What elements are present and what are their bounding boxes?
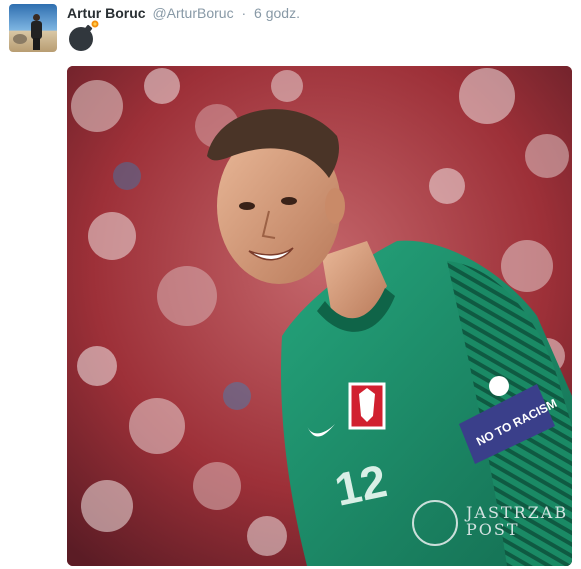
jersey-number: 12: [330, 454, 391, 516]
tweet: Artur Boruc @ArturBoruc · 6 godz. NO TO …: [0, 0, 581, 569]
meta-separator: ·: [241, 5, 247, 21]
avatar-rock: [13, 34, 27, 44]
photo-graphic: NO TO RACISM 12: [67, 66, 572, 566]
watermark-text: JASTRZAB POST: [466, 503, 569, 539]
author-handle[interactable]: @ArturBoruc: [152, 5, 233, 21]
avatar-figure-head: [33, 14, 40, 21]
watermark-logo-icon: [412, 500, 458, 546]
avatar-figure-legs: [33, 38, 40, 50]
tweet-photo[interactable]: NO TO RACISM 12: [67, 66, 572, 566]
tweet-timestamp[interactable]: 6 godz.: [254, 5, 300, 21]
bomb-icon: [69, 20, 99, 51]
avatar-figure-body: [31, 21, 42, 39]
avatar[interactable]: [9, 4, 57, 52]
